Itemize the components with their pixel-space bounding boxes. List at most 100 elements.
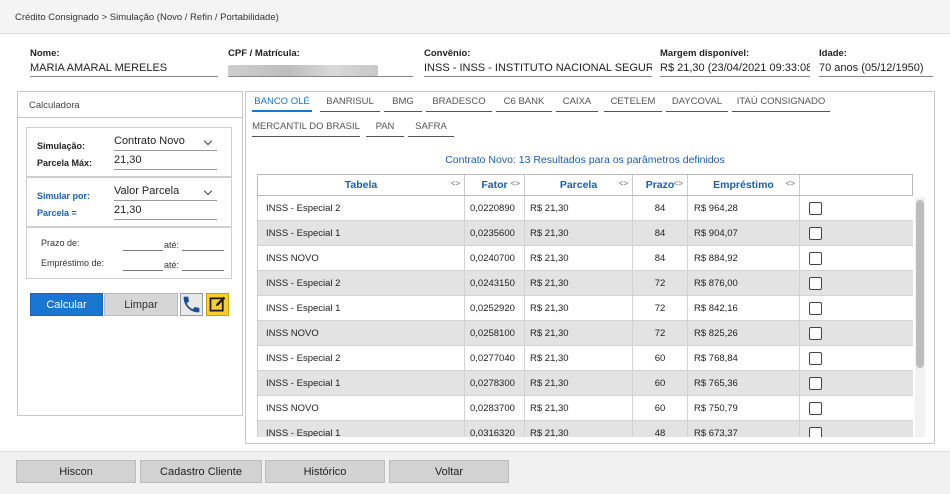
cell-fator: 0,0258100 — [465, 321, 525, 346]
row-checkbox[interactable] — [809, 227, 822, 240]
tab-pan[interactable]: PAN — [366, 117, 404, 137]
table-row[interactable]: INSS - Especial 2 0,0277040 R$ 21,30 60 R$ 7… — [258, 346, 913, 371]
tab-itau-consignado[interactable]: ITAÚ CONSIGNADO — [732, 92, 830, 112]
sort-icon[interactable]: <> — [451, 174, 460, 194]
cell-prazo: 60 — [633, 371, 688, 396]
table-row[interactable]: INSS NOVO 0,0258100 R$ 21,30 72 R$ 825,26 — [258, 321, 913, 346]
cpf-field[interactable] — [228, 59, 413, 77]
cadastro-cliente-button[interactable]: Cadastro Cliente — [140, 460, 262, 483]
sort-icon[interactable]: <> — [511, 174, 520, 194]
row-checkbox[interactable] — [809, 352, 822, 365]
sort-icon[interactable]: <> — [786, 174, 795, 194]
cell-tabela: INSS - Especial 1 — [258, 296, 465, 321]
simulacao-select[interactable]: Contrato Novo — [114, 135, 217, 151]
tab-c6-bank[interactable]: C6 BANK — [496, 92, 552, 112]
cell-fator: 0,0240700 — [465, 246, 525, 271]
prazo-ate-input[interactable] — [182, 250, 224, 251]
row-checkbox[interactable] — [809, 277, 822, 290]
row-checkbox[interactable] — [809, 327, 822, 340]
tab-daycoval[interactable]: DAYCOVAL — [666, 92, 728, 112]
table-row[interactable]: INSS - Especial 2 0,0243150 R$ 21,30 72 R$ 8… — [258, 271, 913, 296]
row-checkbox[interactable] — [809, 402, 822, 415]
col-fator-label: Fator — [481, 179, 508, 191]
cpf-label: CPF / Matrícula: — [228, 48, 300, 59]
calcular-button[interactable]: Calcular — [30, 293, 103, 316]
cell-tabela: INSS - Especial 2 — [258, 346, 465, 371]
tab-bradesco[interactable]: BRADESCO — [426, 92, 492, 112]
cell-emprestimo: R$ 750,79 — [688, 396, 800, 421]
row-checkbox[interactable] — [809, 302, 822, 315]
tab-cetelem[interactable]: CETELEM — [604, 92, 662, 112]
table-row[interactable]: INSS - Especial 1 0,0252920 R$ 21,30 72 R$ 8… — [258, 296, 913, 321]
col-fator[interactable]: Fator <> — [465, 175, 525, 195]
voltar-button[interactable]: Voltar — [389, 460, 509, 483]
col-emprestimo-label: Empréstimo — [713, 179, 774, 191]
historico-button[interactable]: Histórico — [265, 460, 385, 483]
table-row[interactable]: INSS NOVO 0,0283700 R$ 21,30 60 R$ 750,79 — [258, 396, 913, 421]
margem-label: Margem disponível: — [660, 48, 750, 59]
breadcrumb: Crédito Consignado > Simulação (Novo / R… — [0, 0, 950, 34]
limpar-button[interactable]: Limpar — [104, 293, 178, 316]
table-row[interactable]: INSS - Especial 2 0,0220890 R$ 21,30 84 R$ 9… — [258, 196, 913, 221]
phone-icon[interactable] — [180, 293, 203, 316]
cell-prazo: 60 — [633, 396, 688, 421]
cell-fator: 0,0278300 — [465, 371, 525, 396]
prazo-box: Prazo de: até: Empréstimo de: até: — [26, 227, 232, 279]
col-parcela[interactable]: Parcela <> — [525, 175, 633, 195]
prazo-de-input[interactable] — [123, 250, 163, 251]
cell-emprestimo: R$ 673,37 — [688, 421, 800, 437]
table-row[interactable]: INSS - Especial 1 0,0316320 R$ 21,30 48 R$ 6… — [258, 421, 913, 437]
sort-icon[interactable]: <> — [674, 174, 683, 194]
emprestimo-de-input[interactable] — [123, 270, 163, 271]
row-checkbox[interactable] — [809, 252, 822, 265]
tab-bmg[interactable]: BMG — [384, 92, 422, 112]
row-checkbox[interactable] — [809, 202, 822, 215]
convenio-field[interactable]: INSS - INSS - INSTITUTO NACIONAL SEGURID… — [424, 59, 652, 77]
parcela-input[interactable]: 21,30 — [114, 204, 217, 220]
cell-tabela: INSS - Especial 2 — [258, 196, 465, 221]
sort-icon[interactable]: <> — [619, 174, 628, 194]
table-row[interactable]: INSS - Especial 1 0,0235600 R$ 21,30 84 R$ 9… — [258, 221, 913, 246]
cell-parcela: R$ 21,30 — [525, 246, 633, 271]
cell-parcela: R$ 21,30 — [525, 421, 633, 437]
table-row[interactable]: INSS NOVO 0,0240700 R$ 21,30 84 R$ 884,92 — [258, 246, 913, 271]
cell-parcela: R$ 21,30 — [525, 296, 633, 321]
col-tabela[interactable]: Tabela <> — [258, 175, 465, 195]
parcela-label: Parcela = — [37, 208, 77, 218]
tab-safra[interactable]: SAFRA — [408, 117, 454, 137]
parcela-max-input[interactable]: 21,30 — [114, 154, 217, 170]
idade-field[interactable]: 70 anos (05/12/1950) — [819, 59, 933, 77]
simular-por-select[interactable]: Valor Parcela — [114, 185, 217, 201]
idade-label: Idade: — [819, 48, 847, 59]
simular-por-box: Simular por: Valor Parcela Parcela = 21,… — [26, 177, 232, 227]
nome-field[interactable]: MARIA AMARAL MERELES — [30, 59, 218, 77]
edit-icon[interactable] — [206, 293, 229, 316]
cell-fator: 0,0277040 — [465, 346, 525, 371]
cell-fator: 0,0220890 — [465, 196, 525, 221]
cell-parcela: R$ 21,30 — [525, 271, 633, 296]
cell-parcela: R$ 21,30 — [525, 321, 633, 346]
row-checkbox[interactable] — [809, 427, 822, 437]
cell-prazo: 72 — [633, 321, 688, 346]
emprestimo-label: Empréstimo de: — [41, 258, 105, 268]
cell-parcela: R$ 21,30 — [525, 196, 633, 221]
hiscon-button[interactable]: Hiscon — [16, 460, 136, 483]
col-emprestimo[interactable]: Empréstimo <> — [688, 175, 800, 195]
emprestimo-ate-input[interactable] — [182, 270, 224, 271]
cell-emprestimo: R$ 768,84 — [688, 346, 800, 371]
tab-mercantil[interactable]: MERCANTIL DO BRASIL — [252, 117, 360, 137]
col-parcela-label: Parcela — [559, 179, 598, 191]
cell-fator: 0,0283700 — [465, 396, 525, 421]
tab-banco-ole[interactable]: BANCO OLÉ — [252, 92, 312, 112]
col-prazo[interactable]: Prazo <> — [633, 175, 688, 195]
cell-tabela: INSS - Especial 1 — [258, 221, 465, 246]
row-checkbox[interactable] — [809, 377, 822, 390]
tab-caixa[interactable]: CAIXA — [556, 92, 598, 112]
cell-prazo: 60 — [633, 346, 688, 371]
results-scroll-thumb[interactable] — [916, 200, 924, 368]
cell-fator: 0,0316320 — [465, 421, 525, 437]
table-row[interactable]: INSS - Especial 1 0,0278300 R$ 21,30 60 R$ 7… — [258, 371, 913, 396]
cell-prazo: 84 — [633, 221, 688, 246]
margem-field[interactable]: R$ 21,30 (23/04/2021 09:33:08) — [660, 59, 810, 77]
tab-banrisul[interactable]: BANRISUL — [320, 92, 380, 112]
